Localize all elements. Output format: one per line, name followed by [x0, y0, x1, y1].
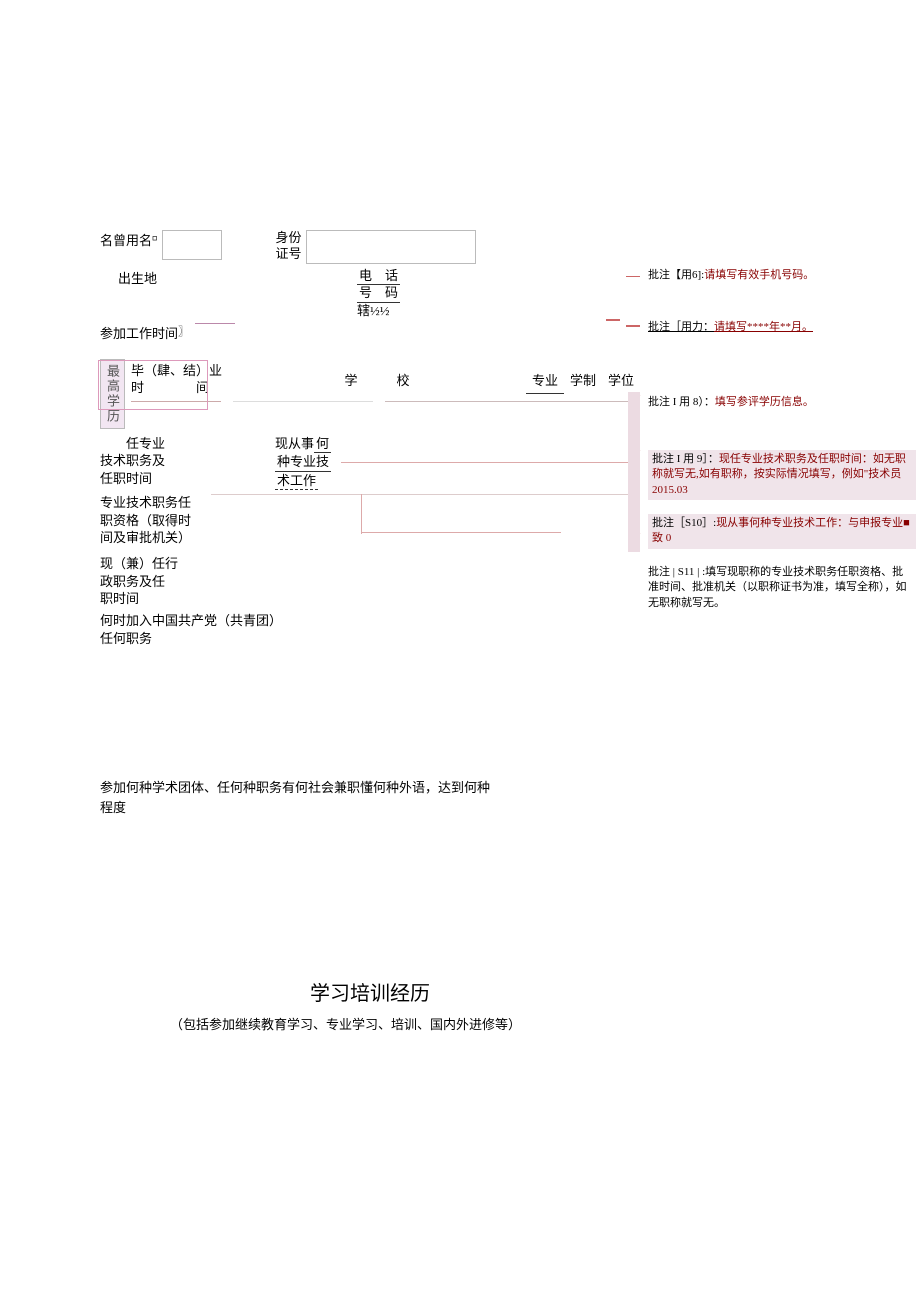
label-position-left: 任专业 技术职务及 任职时间	[100, 435, 165, 488]
row-birthplace-phone: 出生地 电 话 号 码 辖½½	[100, 268, 640, 319]
label-position-right2: 何	[314, 435, 331, 454]
row-party: 何时加入中国共产党（共青团） 任何职务	[100, 612, 640, 648]
qual-line-top[interactable]	[211, 494, 640, 495]
row-name-id: 名曾用名 ⸋ 身份 证号	[100, 230, 640, 264]
field-workstart[interactable]	[195, 323, 235, 324]
qual-line-mid[interactable]	[361, 532, 561, 533]
form-area: 名曾用名 ⸋ 身份 证号 出生地 电 话 号 码 辖½½ 参加工作时间 〗	[100, 230, 640, 1033]
annotation-10: 批注［S10］:现从事何种专业技术工作：与申报专业■致 0	[648, 514, 916, 549]
connector-mark-workstart	[606, 319, 620, 321]
label-position-right3: 种专业技	[275, 453, 331, 472]
label-qualification: 专业技术职务任 职资格（取得时 间及审批机关）	[100, 494, 191, 547]
label-phone-line1: 电 话	[357, 268, 400, 285]
connector-mark-phone	[626, 276, 640, 277]
pink-frame-edu	[98, 360, 208, 410]
row-position-work: 任专业 技术职务及 任职时间 现从事何 种专业技 术工作	[100, 435, 640, 491]
annotation-6-tag: 批注【用6]:	[648, 269, 704, 281]
annotation-9: 批注 I 用 9］：现任专业技术职务及任职时间：如无职称就写无,如有职称，按实际…	[648, 450, 916, 500]
row-workstart: 参加工作时间 〗	[100, 323, 640, 355]
label-phone-line2: 号 码	[357, 285, 400, 302]
row-academic: 参加何种学术团体、任何种职务有何社会兼职懂何种外语，达到何种 程度	[100, 778, 640, 817]
annotation-8: 批注 I 用 8）：填写参评学历信息。	[648, 395, 908, 410]
col-major: 专业	[526, 366, 564, 394]
label-position-right1: 现从事	[275, 436, 314, 451]
edu-underline-2[interactable]	[233, 401, 373, 402]
mark-former-name: ⸋	[152, 233, 158, 248]
annotation-10-tag: 批注［S10］:	[652, 517, 716, 529]
label-phone-block: 电 话 号 码 辖½½	[357, 268, 400, 319]
label-phone-line3: 辖½½	[357, 303, 390, 318]
row-admin: 现（兼）任行 政职务及任 职时间	[100, 555, 640, 608]
field-former-name[interactable]	[162, 230, 222, 260]
field-id-number[interactable]	[306, 230, 476, 264]
label-admin: 现（兼）任行 政职务及任 职时间	[100, 555, 178, 608]
edu-underline-3[interactable]	[385, 401, 634, 402]
col-system: 学制	[564, 366, 602, 393]
label-position-right4: 术工作	[275, 472, 318, 491]
label-birthplace: 出生地	[118, 268, 157, 287]
section-subtitle: （包括参加继续教育学习、专业学习、培训、国内外进修等）	[100, 1014, 640, 1033]
annotation-8-text: 填写参评学历信息。	[715, 396, 814, 408]
annotation-11-tag: 批注 | S11 | :	[648, 566, 705, 578]
annotation-8-tag: 批注 I 用 8）：	[648, 396, 715, 408]
annotation-6-text: 请填写有效手机号码。	[704, 269, 814, 281]
col-degree: 学位	[602, 366, 640, 393]
annotation-6: 批注【用6]:请填写有效手机号码。	[648, 268, 908, 283]
annotation-7-tag: 批注［用力：	[648, 321, 714, 333]
annotation-11: 批注 | S11 | :填写现职称的专业技术职务任职资格、批准时间、批准机关（以…	[648, 565, 908, 611]
label-former-name: 名曾用名	[100, 230, 152, 249]
section-title: 学习培训经历	[100, 977, 640, 1006]
connector-mark-workstart2	[626, 325, 640, 327]
qual-vline	[361, 494, 362, 534]
label-position-right-block: 现从事何 种专业技 术工作	[275, 435, 331, 491]
annotation-7-text: 请填写****年**月。	[714, 321, 813, 333]
annotation-bg-strip	[628, 392, 640, 552]
mark-workstart: 〗	[178, 323, 189, 339]
connector-to-a9	[341, 462, 640, 463]
label-id-number: 身份 证号	[276, 230, 302, 261]
label-party: 何时加入中国共产党（共青团） 任何职务	[100, 612, 282, 648]
label-academic: 参加何种学术团体、任何种职务有何社会兼职懂何种外语，达到何种 程度	[100, 778, 490, 817]
annotation-7: 批注［用力：请填写****年**月。	[648, 320, 908, 335]
row-qualification: 专业技术职务任 职资格（取得时 间及审批机关）	[100, 494, 640, 547]
label-workstart: 参加工作时间	[100, 323, 178, 342]
annotation-9-tag: 批注 I 用 9］：	[652, 453, 719, 465]
col-school: 学 校	[228, 366, 526, 393]
